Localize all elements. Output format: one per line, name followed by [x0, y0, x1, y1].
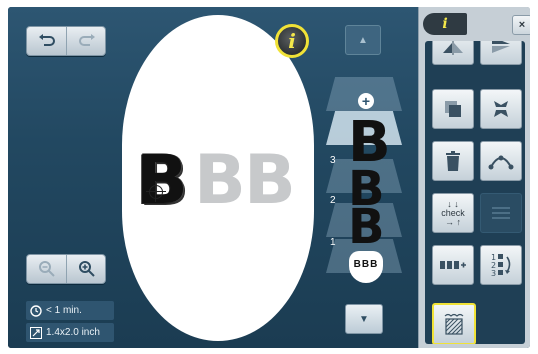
- tool-grid: ↓ ↓ check → ↑ 1 2 3: [425, 41, 525, 344]
- screenshot-frame: B B B i < 1 min. 1.4x2.0 inch ▲ + B B B …: [0, 0, 538, 354]
- disabled-tool-button[interactable]: [480, 193, 522, 233]
- undo-redo-group: [26, 26, 106, 56]
- close-icon: ×: [518, 19, 526, 31]
- mirror-left-right-button[interactable]: [432, 41, 474, 65]
- combined-design-thumbnail[interactable]: BBB: [349, 251, 383, 283]
- stitch-time-text: < 1 min.: [46, 305, 82, 316]
- mirror-vertical-icon: [443, 41, 463, 55]
- disabled-tool-icon: [492, 207, 510, 219]
- split-design-button[interactable]: [480, 89, 522, 129]
- split-icon: [494, 101, 508, 117]
- spacing-icon: [440, 261, 466, 269]
- close-button[interactable]: ×: [512, 15, 530, 35]
- zoom-in-button[interactable]: [66, 255, 106, 283]
- resize-icon: [30, 326, 42, 339]
- stitch-density-button[interactable]: [432, 303, 476, 344]
- add-layer-button[interactable]: +: [358, 93, 374, 109]
- design-letter[interactable]: B: [244, 147, 296, 215]
- crosshair-icon: [146, 182, 166, 202]
- design-size-readout: 1.4x2.0 inch: [26, 323, 114, 342]
- trash-icon: [446, 151, 460, 171]
- design-size-text: 1.4x2.0 inch: [46, 327, 100, 338]
- info-tab[interactable]: i: [423, 13, 467, 35]
- undo-button[interactable]: [27, 27, 66, 55]
- layer-scroll-up-button[interactable]: ▲: [345, 25, 381, 55]
- embroidery-screen: B B B i < 1 min. 1.4x2.0 inch ▲ + B B B …: [8, 7, 530, 348]
- zoom-group: [26, 254, 106, 284]
- design-letter[interactable]: B: [194, 147, 246, 215]
- duplicate-icon: [445, 101, 461, 117]
- check-icon-group: ↓ ↓ check → ↑: [441, 199, 465, 227]
- arrows-out-icon: → ↑: [444, 216, 461, 227]
- design-stage: B B B i < 1 min. 1.4x2.0 inch ▲ + B B B …: [8, 7, 418, 348]
- zoom-in-icon: [78, 261, 95, 277]
- zoom-out-button[interactable]: [27, 255, 66, 283]
- redo-icon: [78, 34, 95, 46]
- sequence-icon: 1 2 3: [491, 253, 511, 278]
- sequence-order-button[interactable]: 1 2 3: [480, 245, 522, 285]
- arc-icon: [488, 155, 514, 170]
- delete-button[interactable]: [432, 141, 474, 181]
- layer-number: 1: [330, 237, 336, 248]
- info-button[interactable]: i: [275, 24, 309, 58]
- layer-scroll-down-button[interactable]: ▼: [345, 304, 383, 334]
- design-letter-active[interactable]: B: [136, 147, 188, 215]
- stitch-time-readout: < 1 min.: [26, 301, 114, 320]
- undo-icon: [38, 34, 55, 46]
- mirror-horizontal-icon: [492, 41, 510, 53]
- edit-panel: i × ↓ ↓ check → ↑ 1 2 3: [418, 7, 530, 348]
- info-icon: i: [442, 16, 448, 32]
- check-size-button[interactable]: ↓ ↓ check → ↑: [432, 193, 474, 233]
- zoom-out-icon: [38, 261, 55, 277]
- align-spacing-button[interactable]: [432, 245, 474, 285]
- info-icon: i: [288, 29, 296, 53]
- panel-header: i ×: [419, 7, 530, 43]
- arrow-down-icon: ▼: [359, 313, 369, 325]
- redo-button[interactable]: [66, 27, 106, 55]
- layer-1-preview: B: [348, 199, 385, 255]
- layer-number: 3: [330, 155, 336, 166]
- arc-text-button[interactable]: [480, 141, 522, 181]
- mirror-up-down-button[interactable]: [480, 41, 522, 65]
- stitch-pattern-icon: [444, 313, 464, 335]
- clock-icon: [30, 304, 42, 317]
- svg-text:3: 3: [491, 269, 496, 278]
- arrow-up-icon: ▲: [358, 34, 368, 46]
- layer-number: 2: [330, 195, 336, 206]
- duplicate-button[interactable]: [432, 89, 474, 129]
